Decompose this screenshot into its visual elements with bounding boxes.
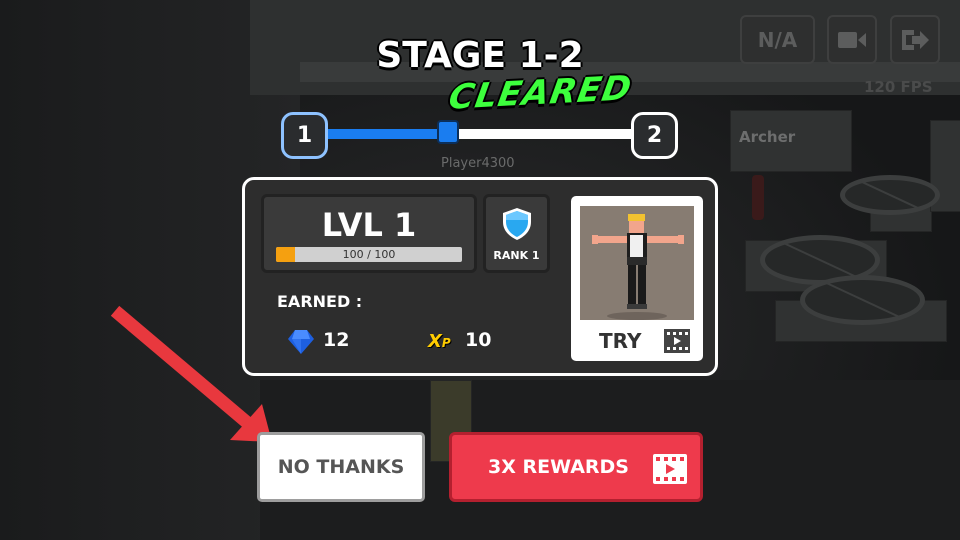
triple-rewards-label: 3X REWARDS — [488, 456, 629, 478]
stage-node-current: 1 — [281, 112, 328, 159]
xp-icon-sub: P — [441, 336, 451, 350]
try-skin-card[interactable]: TRY — [571, 196, 703, 361]
stage-progress-bar — [320, 120, 640, 144]
stage-node-next: 2 — [631, 112, 678, 159]
stage-progress-marker — [437, 120, 459, 144]
scene-wheel — [840, 175, 940, 215]
enemy-name-label: Archer — [739, 128, 796, 146]
triple-rewards-button[interactable]: 3X REWARDS — [449, 432, 703, 502]
gem-icon — [288, 330, 314, 354]
xp-progress-text: 100 / 100 — [342, 248, 396, 261]
level-box: LVL 1 100 / 100 — [261, 194, 477, 273]
level-label: LVL 1 — [321, 206, 417, 244]
character-figure — [592, 214, 684, 320]
results-panel: LVL 1 100 / 100 RANK 1 EARNED : 12 XP 10 — [242, 177, 718, 376]
scene-enemy-figure — [752, 175, 764, 220]
no-thanks-label: NO THANKS — [277, 456, 405, 478]
xp-earned: 10 — [465, 329, 492, 351]
try-label: TRY — [599, 329, 642, 353]
stage-progress-fill — [320, 129, 448, 139]
xp-progress-bar: 100 / 100 — [276, 247, 462, 262]
video-ad-icon — [664, 329, 690, 353]
no-thanks-button[interactable]: NO THANKS — [257, 432, 425, 502]
stage-title: STAGE 1-2 — [376, 35, 584, 76]
xp-icon: XP — [428, 331, 451, 352]
character-preview — [580, 206, 694, 320]
video-ad-icon — [653, 454, 687, 484]
shield-icon — [503, 208, 531, 240]
gems-earned: 12 — [323, 329, 350, 351]
rank-box: RANK 1 — [483, 194, 550, 273]
xp-icon-main: X — [428, 331, 442, 352]
player-name-label: Player4300 — [441, 156, 515, 171]
rank-label: RANK 1 — [493, 249, 540, 262]
fps-counter: 120 FPS — [864, 78, 933, 96]
scene-wheel — [800, 275, 925, 325]
